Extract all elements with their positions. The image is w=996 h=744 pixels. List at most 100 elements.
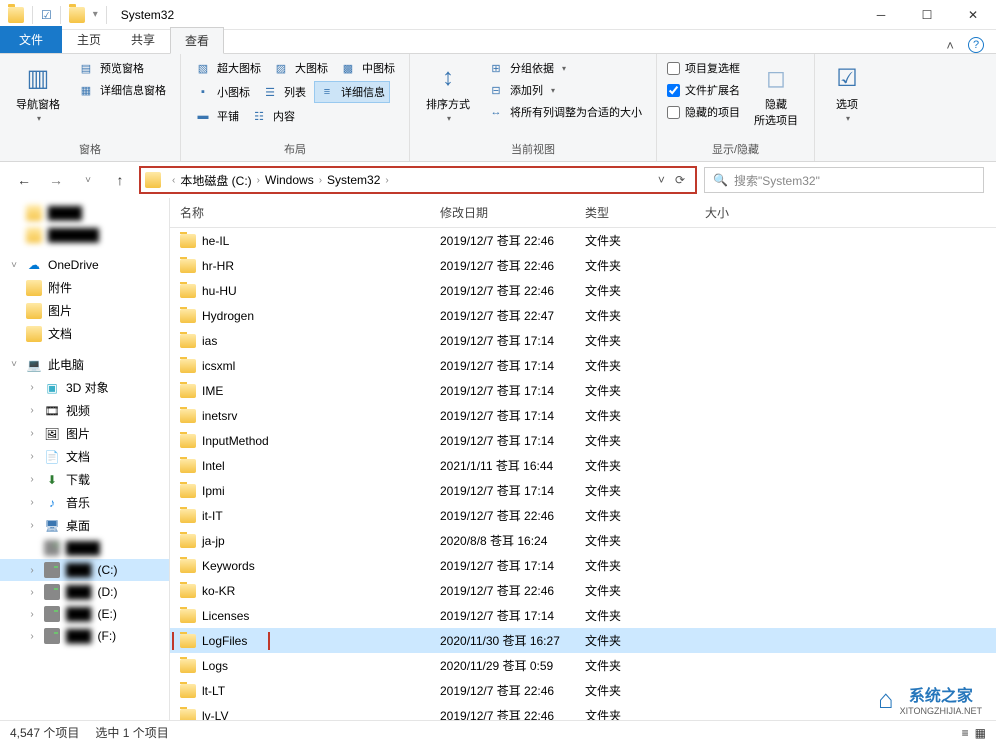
groupby-button[interactable]: ⊞分组依据▾ <box>484 58 646 78</box>
folder-icon <box>180 259 196 273</box>
forward-button[interactable]: → <box>44 168 68 192</box>
tree-documents[interactable]: 文档 <box>0 322 169 345</box>
file-row[interactable]: Ipmi2019/12/7 苍耳 17:14文件夹 <box>170 478 996 503</box>
tree-drive-d[interactable]: ›███(D:) <box>0 581 169 603</box>
view-list-button[interactable]: ☰列表 <box>258 81 310 103</box>
refresh-button[interactable]: ⟳ <box>675 173 685 187</box>
file-row[interactable]: IME2019/12/7 苍耳 17:14文件夹 <box>170 378 996 403</box>
breadcrumb-system32[interactable]: System32› <box>327 173 394 187</box>
nav-pane-button[interactable]: ▥ 导航窗格 ▾ <box>10 58 66 139</box>
view-tiles-button[interactable]: ▬平铺 <box>191 106 243 126</box>
file-row[interactable]: Licenses2019/12/7 苍耳 17:14文件夹 <box>170 603 996 628</box>
tree-thispc[interactable]: ˅💻此电脑 <box>0 353 169 376</box>
file-name: Ipmi <box>202 484 225 498</box>
file-row[interactable]: it-IT2019/12/7 苍耳 22:46文件夹 <box>170 503 996 528</box>
tree-drive-e[interactable]: ›███(E:) <box>0 603 169 625</box>
col-name[interactable]: 名称 <box>170 198 430 227</box>
options-button[interactable]: ☑ 选项 ▾ <box>825 58 869 143</box>
tree-music[interactable]: ›♪音乐 <box>0 491 169 514</box>
qat-folder-icon[interactable] <box>69 7 85 23</box>
view-details-button[interactable]: ≡详细信息 <box>314 81 390 103</box>
view-xlarge-button[interactable]: ▧超大图标 <box>191 58 265 78</box>
file-row[interactable]: LogFiles2020/11/30 苍耳 16:27文件夹 <box>170 628 996 653</box>
tree-videos[interactable]: ›🎞视频 <box>0 399 169 422</box>
tree-onedrive[interactable]: ˅☁OneDrive <box>0 254 169 276</box>
breadcrumb-windows[interactable]: Windows› <box>265 173 327 187</box>
file-row[interactable]: inetsrv2019/12/7 苍耳 17:14文件夹 <box>170 403 996 428</box>
window-icon[interactable] <box>8 7 24 23</box>
item-checkboxes-toggle[interactable]: 项目复选框 <box>667 58 740 78</box>
tree-desktop[interactable]: ›🖥桌面 <box>0 514 169 537</box>
qat-check-icon[interactable]: ☑ <box>41 8 52 22</box>
nav-tree[interactable]: ████ ██████ ˅☁OneDrive 附件 图片 文档 ˅💻此电脑 ›▣… <box>0 198 170 720</box>
tree-pictures[interactable]: 图片 <box>0 299 169 322</box>
file-row[interactable]: lt-LT2019/12/7 苍耳 22:46文件夹 <box>170 678 996 703</box>
file-type: 文件夹 <box>575 605 695 626</box>
address-bar[interactable]: ‹ 本地磁盘 (C:)› Windows› System32› ˅ ⟳ <box>140 167 696 193</box>
hidden-items-toggle[interactable]: 隐藏的项目 <box>667 102 740 122</box>
file-row[interactable]: he-IL2019/12/7 苍耳 22:46文件夹 <box>170 228 996 253</box>
tree-drive-f[interactable]: ›███(F:) <box>0 625 169 647</box>
sizecols-button[interactable]: ↔将所有列调整为合适的大小 <box>484 102 646 122</box>
details-pane-button[interactable]: ▦详细信息窗格 <box>74 80 170 100</box>
tree-pictures2[interactable]: ›🖼图片 <box>0 422 169 445</box>
tab-view[interactable]: 查看 <box>170 27 224 54</box>
file-row[interactable]: Hydrogen2019/12/7 苍耳 22:47文件夹 <box>170 303 996 328</box>
up-button[interactable]: ↑ <box>108 168 132 192</box>
minimize-button[interactable]: ─ <box>858 0 904 30</box>
file-row[interactable]: ias2019/12/7 苍耳 17:14文件夹 <box>170 328 996 353</box>
tree-downloads[interactable]: ›⬇下载 <box>0 468 169 491</box>
window-title: System32 <box>121 8 174 22</box>
file-row[interactable]: icsxml2019/12/7 苍耳 17:14文件夹 <box>170 353 996 378</box>
tree-attachments[interactable]: 附件 <box>0 276 169 299</box>
tab-share[interactable]: 共享 <box>116 26 170 53</box>
file-size <box>695 289 775 293</box>
maximize-button[interactable]: ☐ <box>904 0 950 30</box>
close-button[interactable]: ✕ <box>950 0 996 30</box>
file-date: 2019/12/7 苍耳 17:14 <box>430 480 575 501</box>
file-name: Logs <box>202 659 228 673</box>
file-row[interactable]: Intel2021/1/11 苍耳 16:44文件夹 <box>170 453 996 478</box>
file-row[interactable]: InputMethod2019/12/7 苍耳 17:14文件夹 <box>170 428 996 453</box>
view-medium-button[interactable]: ▩中图标 <box>336 58 399 78</box>
tab-home[interactable]: 主页 <box>62 26 116 53</box>
breadcrumb-c[interactable]: 本地磁盘 (C:)› <box>180 172 265 189</box>
file-row[interactable]: lv-LV2019/12/7 苍耳 22:46文件夹 <box>170 703 996 720</box>
col-type[interactable]: 类型 <box>575 198 695 227</box>
col-date[interactable]: 修改日期 <box>430 198 575 227</box>
hide-selected-button[interactable]: ◻ 隐藏 所选项目 <box>748 58 804 139</box>
file-row[interactable]: Logs2020/11/29 苍耳 0:59文件夹 <box>170 653 996 678</box>
view-small-button[interactable]: ▪小图标 <box>191 81 254 103</box>
file-type: 文件夹 <box>575 430 695 451</box>
file-extensions-toggle[interactable]: 文件扩展名 <box>667 80 740 100</box>
search-input[interactable]: 🔍 搜索"System32" <box>704 167 984 193</box>
col-size[interactable]: 大小 <box>695 198 775 227</box>
file-date: 2019/12/7 苍耳 22:46 <box>430 705 575 720</box>
sortby-button[interactable]: ↕ 排序方式 ▾ <box>420 58 476 139</box>
addcols-button[interactable]: ⊟添加列▾ <box>484 80 646 100</box>
view-thumbnails-icon[interactable]: ▦ <box>975 726 986 740</box>
address-dropdown-icon[interactable]: ˅ <box>658 173 665 187</box>
tree-drive-c[interactable]: ›███(C:) <box>0 559 169 581</box>
tree-3dobjects[interactable]: ›▣3D 对象 <box>0 376 169 399</box>
file-size <box>695 314 775 318</box>
tab-file[interactable]: 文件 <box>0 26 62 53</box>
file-row[interactable]: ko-KR2019/12/7 苍耳 22:46文件夹 <box>170 578 996 603</box>
file-row[interactable]: Keywords2019/12/7 苍耳 17:14文件夹 <box>170 553 996 578</box>
back-button[interactable]: ← <box>12 168 36 192</box>
file-row[interactable]: ja-jp2020/8/8 苍耳 16:24文件夹 <box>170 528 996 553</box>
view-content-button[interactable]: ☷内容 <box>247 106 299 126</box>
file-row[interactable]: hr-HR2019/12/7 苍耳 22:46文件夹 <box>170 253 996 278</box>
help-button[interactable]: ? <box>968 37 984 53</box>
file-type: 文件夹 <box>575 630 695 651</box>
file-date: 2019/12/7 苍耳 17:14 <box>430 405 575 426</box>
view-large-button[interactable]: ▨大图标 <box>269 58 332 78</box>
qat-dropdown-icon[interactable]: ▾ <box>93 9 98 20</box>
recent-dropdown[interactable]: ˅ <box>76 168 100 192</box>
tree-documents2[interactable]: ›📄文档 <box>0 445 169 468</box>
preview-pane-button[interactable]: ▤预览窗格 <box>74 58 170 78</box>
collapse-ribbon-button[interactable]: ˄ <box>946 38 954 53</box>
preview-pane-icon: ▤ <box>78 60 94 76</box>
view-details-icon[interactable]: ≡ <box>962 726 969 740</box>
file-row[interactable]: hu-HU2019/12/7 苍耳 22:46文件夹 <box>170 278 996 303</box>
